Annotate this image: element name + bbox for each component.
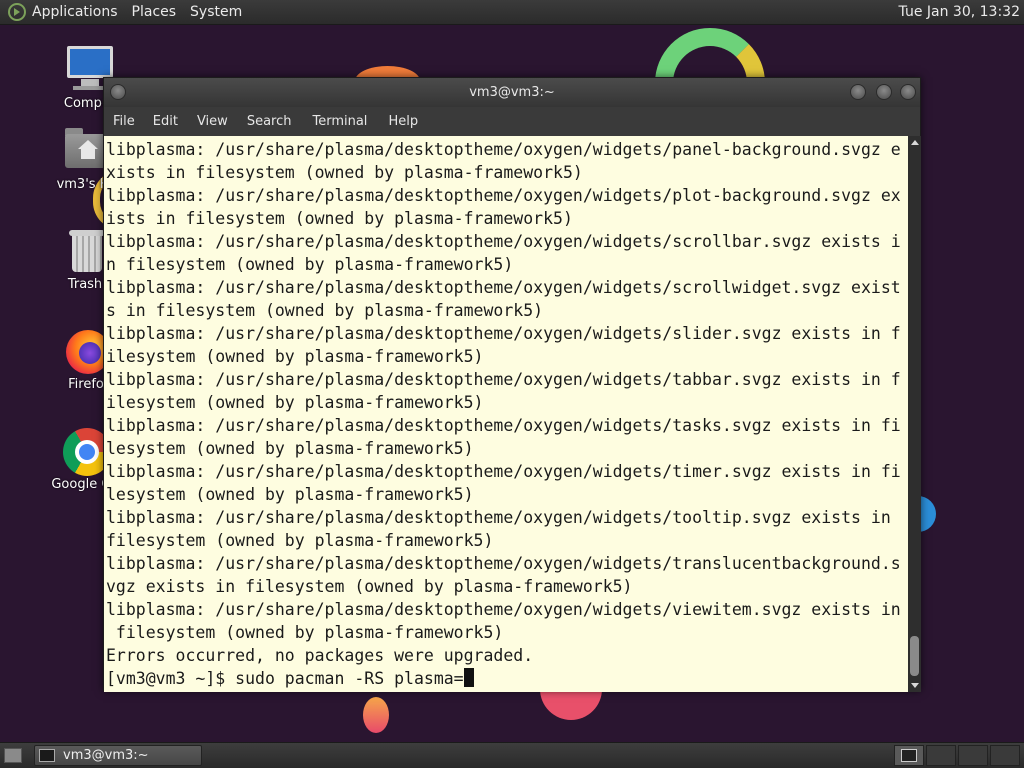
terminal-line: libplasma: /usr/share/plasma/desktopthem… — [106, 186, 901, 205]
wallpaper-shape — [540, 688, 602, 720]
terminal-line: libplasma: /usr/share/plasma/desktopthem… — [106, 416, 901, 435]
menu-search[interactable]: Search — [247, 114, 300, 129]
terminal-line: libplasma: /usr/share/plasma/desktopthem… — [106, 370, 901, 389]
top-panel: Applications Places System Tue Jan 30, 1… — [0, 0, 1024, 25]
window-menu-icon[interactable] — [110, 84, 126, 100]
terminal-line: filesystem (owned by plasma-framework5) — [106, 623, 504, 642]
bottom-panel: vm3@vm3:~ — [0, 742, 1024, 768]
menu-places[interactable]: Places — [132, 4, 177, 20]
workspace-window-icon — [901, 749, 917, 762]
menu-system[interactable]: System — [190, 4, 242, 20]
window-title: vm3@vm3:~ — [469, 85, 555, 100]
terminal-line: libplasma: /usr/share/plasma/desktopthem… — [106, 278, 901, 297]
menu-view[interactable]: View — [197, 114, 236, 129]
terminal-line: filesystem (owned by plasma-framework5) — [106, 531, 494, 550]
terminal-line: libplasma: /usr/share/plasma/desktopthem… — [106, 324, 901, 343]
terminal-line: libplasma: /usr/share/plasma/desktopthem… — [106, 508, 901, 527]
maximize-icon[interactable] — [876, 84, 892, 100]
scroll-down-arrow-icon[interactable] — [911, 683, 919, 688]
workspace-switcher-2[interactable] — [926, 745, 956, 766]
terminal-line: libplasma: /usr/share/plasma/desktopthem… — [106, 554, 901, 573]
shell-prompt: [vm3@vm3 ~]$ — [106, 669, 236, 688]
scrollbar-thumb[interactable] — [910, 636, 919, 676]
taskbar-button-terminal[interactable]: vm3@vm3:~ — [34, 745, 202, 766]
workspace-switcher-1[interactable] — [894, 745, 924, 766]
show-desktop-icon[interactable] — [4, 748, 22, 763]
text-cursor — [463, 668, 474, 687]
terminal-line: ilesystem (owned by plasma-framework5) — [106, 347, 484, 366]
distro-logo-icon[interactable] — [8, 3, 26, 21]
command-input[interactable]: sudo pacman -RS plasma= — [235, 669, 463, 688]
terminal-line: libplasma: /usr/share/plasma/desktopthem… — [106, 232, 901, 251]
terminal-line: libplasma: /usr/share/plasma/desktopthem… — [106, 600, 901, 619]
terminal-line: vgz exists in filesystem (owned by plasm… — [106, 577, 633, 596]
terminal-window: vm3@vm3:~ File Edit View Search Terminal… — [103, 77, 921, 692]
menu-applications[interactable]: Applications — [32, 4, 118, 20]
close-icon[interactable] — [900, 84, 916, 100]
terminal-scrollbar[interactable] — [908, 136, 921, 692]
terminal-icon — [39, 749, 55, 762]
wallpaper-shape — [363, 697, 389, 733]
workspace-switcher-4[interactable] — [990, 745, 1020, 766]
terminal-menubar: File Edit View Search Terminal Help — [104, 107, 920, 135]
window-titlebar[interactable]: vm3@vm3:~ — [104, 78, 920, 107]
terminal-prompt-line[interactable]: [vm3@vm3 ~]$ sudo pacman -RS plasma= — [106, 667, 908, 690]
terminal-line: n filesystem (owned by plasma-framework5… — [106, 255, 514, 274]
menu-terminal[interactable]: Terminal — [312, 114, 375, 129]
menu-help[interactable]: Help — [388, 114, 426, 129]
terminal-line: ilesystem (owned by plasma-framework5) — [106, 393, 484, 412]
scroll-up-arrow-icon[interactable] — [911, 140, 919, 145]
clock[interactable]: Tue Jan 30, 13:32 — [899, 4, 1020, 20]
terminal-output[interactable]: libplasma: /usr/share/plasma/desktopthem… — [104, 136, 908, 692]
menu-edit[interactable]: Edit — [153, 114, 186, 129]
terminal-line: libplasma: /usr/share/plasma/desktopthem… — [106, 462, 901, 481]
workspace-switcher-3[interactable] — [958, 745, 988, 766]
computer-icon — [67, 46, 113, 78]
minimize-icon[interactable] — [850, 84, 866, 100]
taskbar-button-label: vm3@vm3:~ — [63, 748, 149, 763]
terminal-line: lesystem (owned by plasma-framework5) — [106, 439, 474, 458]
terminal-line: ists in filesystem (owned by plasma-fram… — [106, 209, 573, 228]
terminal-line: libplasma: /usr/share/plasma/desktopthem… — [106, 140, 901, 159]
menu-file[interactable]: File — [113, 114, 143, 129]
terminal-line: Errors occurred, no packages were upgrad… — [106, 646, 534, 665]
terminal-line: xists in filesystem (owned by plasma-fra… — [106, 163, 583, 182]
terminal-line: s in filesystem (owned by plasma-framewo… — [106, 301, 544, 320]
terminal-line: lesystem (owned by plasma-framework5) — [106, 485, 474, 504]
